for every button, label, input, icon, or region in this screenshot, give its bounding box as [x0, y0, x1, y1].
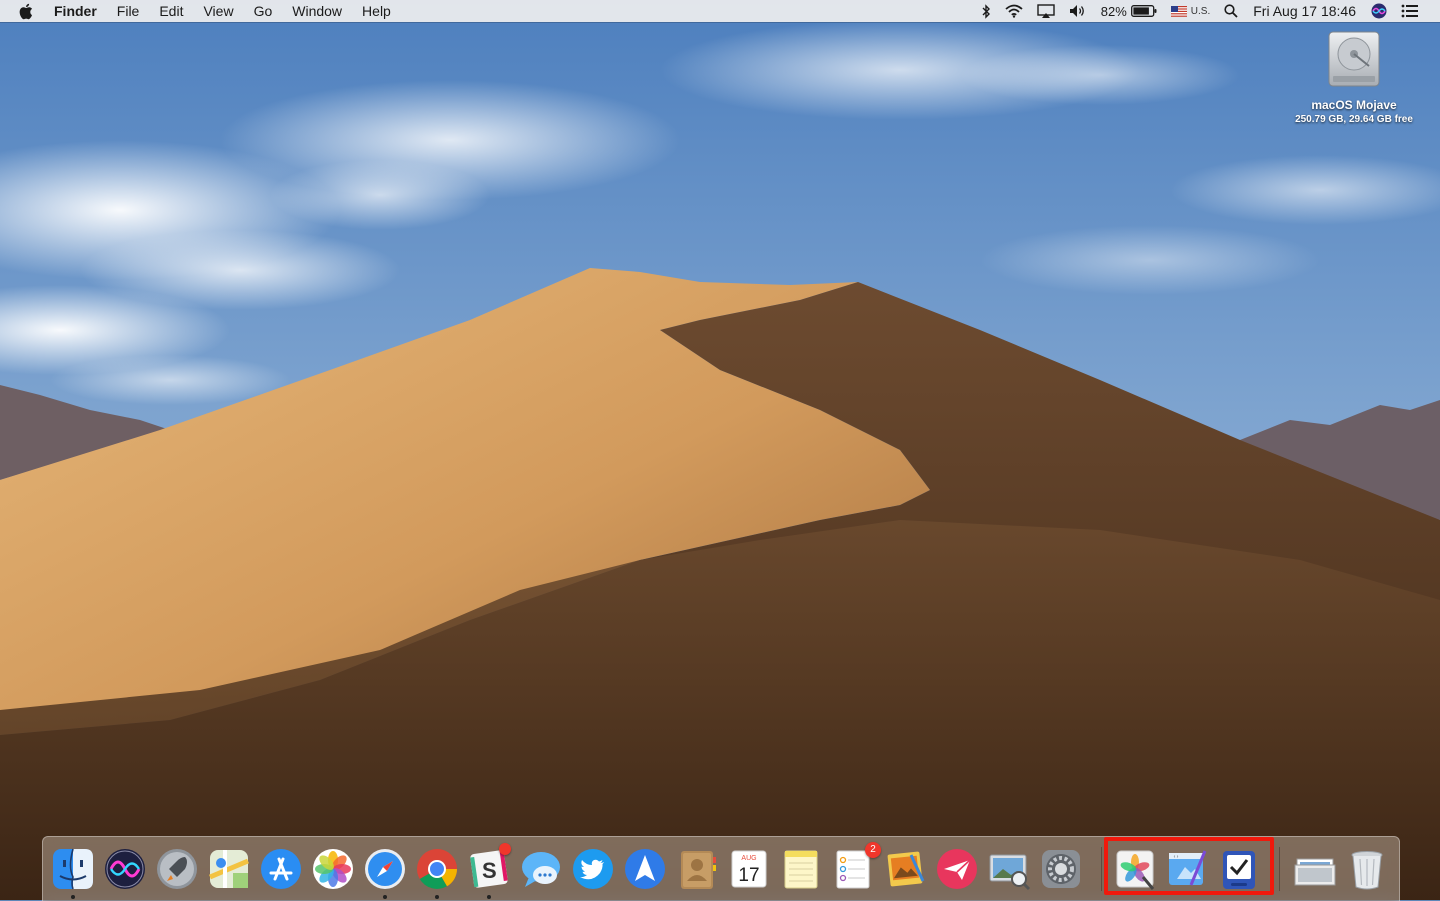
spark-icon[interactable] [621, 845, 669, 893]
calendar-icon[interactable]: AUG 17 [725, 845, 773, 893]
menu-help[interactable]: Help [352, 0, 401, 22]
input-source-label: U.S. [1190, 5, 1211, 17]
desktop-disk-macos-mojave[interactable]: macOS Mojave 250.79 GB, 29.64 GB free [1286, 30, 1422, 125]
reminders-icon[interactable]: 2 [829, 842, 881, 893]
input-source[interactable]: U.S. [1164, 0, 1217, 22]
menu-app-name[interactable]: Finder [54, 0, 107, 22]
us-flag-icon [1170, 5, 1187, 17]
menu-go[interactable]: Go [244, 0, 283, 22]
siri-icon[interactable] [101, 845, 149, 893]
battery-status[interactable]: 82% [1094, 0, 1164, 22]
menubar-clock[interactable]: Fri Aug 17 18:46 [1245, 0, 1364, 22]
notes-icon[interactable] [777, 845, 825, 893]
messages-icon[interactable] [517, 845, 565, 893]
finder-icon[interactable] [49, 845, 97, 893]
reminders-badge: 2 [865, 842, 881, 858]
system-preferences-icon[interactable] [1037, 845, 1085, 893]
desktop-wallpaper [0, 0, 1440, 900]
wifi-icon[interactable] [998, 0, 1030, 22]
siri-menubar-icon[interactable] [1364, 0, 1394, 22]
trash-icon[interactable] [1343, 845, 1391, 893]
image-capture-icon[interactable] [985, 845, 1033, 893]
safari-running-indicator [383, 895, 387, 899]
battery-percent: 82% [1100, 3, 1127, 19]
battery-icon [1130, 5, 1157, 17]
bluetooth-icon[interactable] [974, 0, 998, 22]
downloads-stack-icon[interactable] [1291, 845, 1339, 893]
menu-file[interactable]: File [107, 0, 150, 22]
chrome-icon[interactable] [413, 845, 461, 893]
maps-icon[interactable] [205, 845, 253, 893]
volume-icon[interactable] [1062, 0, 1094, 22]
disk-info: 250.79 GB, 29.64 GB free [1295, 114, 1413, 125]
calendar-day: 17 [738, 865, 759, 886]
preview-icon[interactable] [881, 845, 929, 893]
menu-view[interactable]: View [193, 0, 243, 22]
airmail-icon[interactable] [933, 845, 981, 893]
slack-running-indicator [487, 895, 491, 899]
finder-running-indicator [71, 895, 75, 899]
launchpad-icon[interactable] [153, 845, 201, 893]
airplay-icon[interactable] [1030, 0, 1062, 22]
chrome-running-indicator [435, 895, 439, 899]
slack-badge [499, 843, 511, 855]
notification-center-icon[interactable] [1394, 0, 1426, 22]
annotation-highlight-box [1104, 837, 1274, 895]
app-store-icon[interactable] [257, 845, 305, 893]
apple-logo-icon[interactable] [18, 1, 36, 21]
spotlight-icon[interactable] [1217, 0, 1245, 22]
hard-drive-icon [1328, 31, 1380, 87]
dock-divider-2 [1279, 847, 1280, 891]
safari-icon[interactable] [361, 845, 409, 893]
contacts-icon[interactable] [673, 845, 721, 893]
menu-edit[interactable]: Edit [149, 0, 193, 22]
calendar-month: AUG [741, 855, 756, 862]
svg-text:S: S [482, 858, 497, 883]
slack-icon[interactable]: S [465, 843, 513, 893]
twitter-icon[interactable] [569, 845, 617, 893]
menu-window[interactable]: Window [282, 0, 352, 22]
disk-name: macOS Mojave [1311, 98, 1397, 112]
photos-icon[interactable] [309, 845, 357, 893]
menu-bar: Finder File Edit View Go Window Help 82%… [0, 0, 1440, 22]
dock-divider [1101, 847, 1102, 891]
